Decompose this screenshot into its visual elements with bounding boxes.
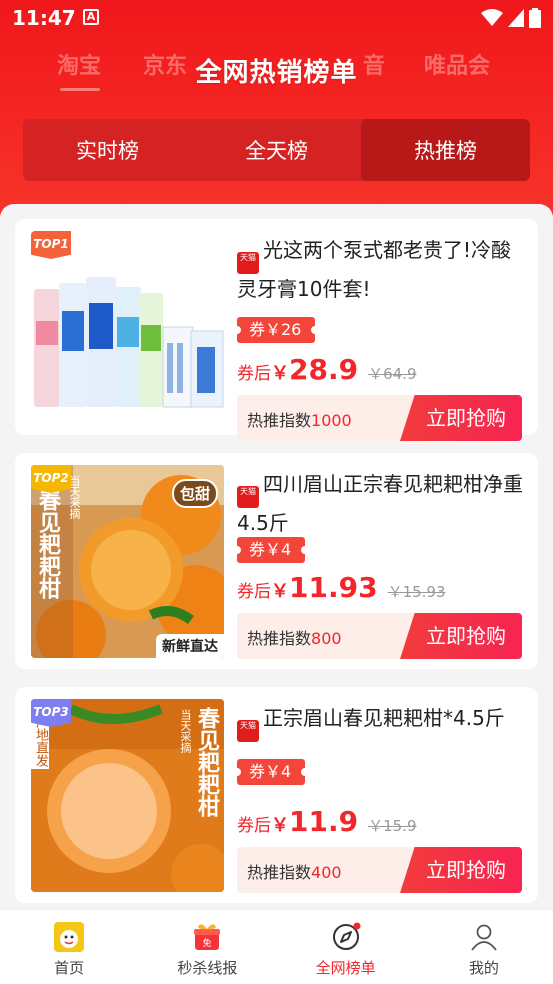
wifi-icon — [481, 9, 503, 26]
home-cat-icon — [52, 920, 86, 954]
product-image[interactable]: 春见耙耙柑 当天采摘 产地直发 TOP3 — [31, 699, 224, 892]
hot-index-bar: 热推指数800 立即抢购 — [237, 613, 522, 659]
product-card[interactable]: 春见耙耙柑 当天采摘 包甜 新鲜直达 TOP2 天猫 四川眉山正宗春见耙耙柑净重4… — [15, 453, 538, 669]
user-icon — [467, 920, 501, 954]
segment-label: 热推榜 — [414, 139, 477, 163]
product-title[interactable]: 天猫 正宗眉山春见耙耙柑*4.5斤 — [237, 703, 527, 742]
tab-label: 首页 — [54, 959, 85, 977]
product-card[interactable]: TOP1 天猫 光这两个泵式都老贵了!冷酸灵牙膏10件套! 券￥26 券后￥28.… — [15, 219, 538, 441]
tab-flash-sale[interactable]: 免 秒杀线报 — [138, 910, 276, 984]
segment-realtime[interactable]: 实时榜 — [23, 119, 192, 181]
segment-allday[interactable]: 全天榜 — [192, 119, 361, 181]
hot-index: 热推指数800 — [247, 625, 342, 649]
status-time: 11:47 — [12, 6, 76, 30]
bottom-tab-bar: 首页 免 秒杀线报 全网榜单 我的 — [0, 909, 553, 984]
status-bar: 11:47 A — [0, 0, 553, 36]
price-value: 11.9 — [289, 805, 359, 838]
tab-mine[interactable]: 我的 — [415, 910, 553, 984]
tab-label: 秒杀线报 — [177, 959, 238, 977]
hot-index-label: 热推指数 — [247, 629, 312, 648]
price-label: 券后 — [237, 816, 271, 836]
hot-index-label: 热推指数 — [247, 411, 312, 430]
rank-badge: TOP3 — [31, 699, 71, 727]
tab-home[interactable]: 首页 — [0, 910, 138, 984]
price-currency: ￥ — [271, 581, 289, 602]
hot-index: 热推指数400 — [247, 859, 342, 883]
price-row: 券后￥11.9 ￥15.9 — [237, 805, 417, 838]
image-vertical-title: 春见耙耙柑 — [35, 489, 60, 599]
tab-ranking[interactable]: 全网榜单 — [277, 910, 415, 984]
rank-badge: TOP2 — [31, 465, 71, 493]
segment-hotpush[interactable]: 热推榜 — [361, 119, 530, 181]
hot-index: 热推指数1000 — [247, 407, 352, 431]
gift-icon: 免 — [190, 920, 224, 954]
product-title[interactable]: 天猫 四川眉山正宗春见耙耙柑净重4.5斤 — [237, 469, 527, 539]
buy-now-button[interactable]: 立即抢购 — [400, 395, 522, 441]
price-currency: ￥ — [271, 815, 289, 836]
signal-icon — [508, 9, 524, 27]
hot-index-bar: 热推指数400 立即抢购 — [237, 847, 522, 893]
original-price: ￥15.93 — [387, 583, 446, 601]
price-label: 券后 — [237, 582, 271, 602]
status-icons — [481, 8, 541, 28]
segment-label: 全天榜 — [245, 139, 308, 163]
buy-now-button[interactable]: 立即抢购 — [400, 613, 522, 659]
original-price: ￥64.9 — [368, 365, 417, 383]
tab-label: 我的 — [468, 959, 499, 977]
hot-index-value: 1000 — [311, 411, 352, 430]
product-title-text: 光这两个泵式都老贵了!冷酸灵牙膏10件套! — [237, 238, 512, 301]
ranking-segment-control: 实时榜 全天榜 热推榜 — [23, 119, 530, 181]
toothpaste-image — [31, 271, 224, 421]
coupon-badge: 券￥4 — [232, 759, 310, 785]
svg-text:免: 免 — [203, 937, 212, 949]
tab-label: 全网榜单 — [315, 959, 376, 977]
hot-index-bar: 热推指数1000 立即抢购 — [237, 395, 522, 441]
tmall-icon: 天猫 — [237, 486, 259, 508]
image-bottom-text: 新鲜直达 — [156, 634, 224, 658]
buy-now-button[interactable]: 立即抢购 — [400, 847, 522, 893]
page-title: 全网热销榜单 — [195, 58, 358, 88]
price-label: 券后 — [237, 364, 271, 384]
product-title[interactable]: 天猫 光这两个泵式都老贵了!冷酸灵牙膏10件套! — [237, 235, 527, 305]
rank-badge: TOP1 — [31, 231, 71, 259]
tmall-icon: 天猫 — [237, 252, 259, 274]
notification-a-icon: A — [83, 9, 99, 25]
product-image[interactable]: 春见耙耙柑 当天采摘 包甜 新鲜直达 TOP2 — [31, 465, 224, 658]
product-image[interactable]: TOP1 — [31, 231, 224, 424]
product-list: TOP1 天猫 光这两个泵式都老贵了!冷酸灵牙膏10件套! 券￥26 券后￥28.… — [0, 204, 553, 909]
product-card[interactable]: 春见耙耙柑 当天采摘 产地直发 TOP3 天猫 正宗眉山春见耙耙柑*4.5斤 券￥… — [15, 687, 538, 903]
hot-index-value: 400 — [311, 863, 342, 882]
compass-icon — [329, 920, 363, 954]
price-currency: ￥ — [271, 363, 289, 384]
price-row: 券后￥28.9 ￥64.9 — [237, 353, 417, 386]
image-small-text: 当天采摘 — [179, 709, 192, 753]
original-price: ￥15.9 — [368, 817, 417, 835]
price-value: 28.9 — [289, 353, 359, 386]
hot-index-label: 热推指数 — [247, 863, 312, 882]
hot-index-value: 800 — [311, 629, 342, 648]
product-title-text: 正宗眉山春见耙耙柑*4.5斤 — [263, 706, 505, 730]
coupon-badge: 券￥26 — [232, 317, 320, 343]
price-value: 11.93 — [289, 571, 378, 604]
product-title-text: 四川眉山正宗春见耙耙柑净重4.5斤 — [237, 472, 523, 535]
image-bubble-text: 包甜 — [171, 479, 218, 508]
battery-icon — [529, 8, 541, 28]
image-vertical-title: 春见耙耙柑 — [194, 707, 219, 817]
coupon-badge: 券￥4 — [232, 537, 310, 563]
tmall-icon: 天猫 — [237, 720, 259, 742]
segment-label: 实时榜 — [76, 139, 139, 163]
price-row: 券后￥11.93 ￥15.93 — [237, 571, 446, 604]
